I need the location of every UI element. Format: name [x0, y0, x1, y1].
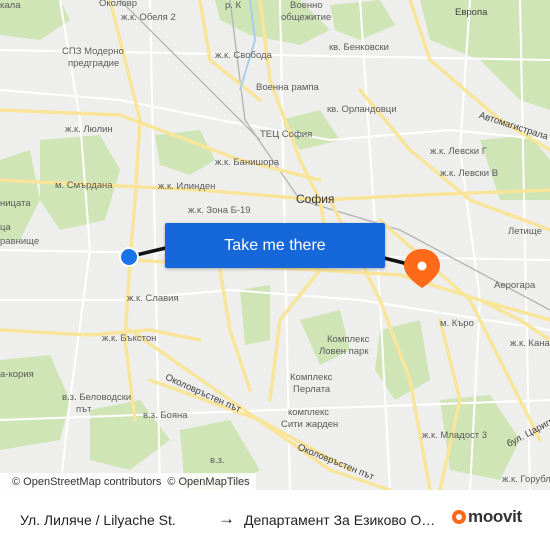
map-label: Ловен парк [319, 346, 369, 357]
omt-attribution-link[interactable]: © OpenMapTiles [167, 476, 249, 488]
map-label: Сити жарден [281, 419, 339, 430]
destination-pin-icon[interactable] [404, 249, 440, 288]
map-label: ж.к. Славия [127, 293, 179, 304]
map-label: ж.к. Люлин [65, 124, 113, 135]
map-label: в.з. Беловодски [62, 392, 132, 403]
moovit-wordmark: moovit [468, 507, 522, 526]
map-label: ж.к. Бъкстон [102, 333, 157, 344]
map-label: кв. Бенковски [329, 42, 389, 53]
map-label: ца [0, 222, 11, 233]
map-label: ж.к. Свобода [215, 50, 272, 61]
map-label: Летище [508, 226, 542, 237]
osm-attribution-link[interactable]: © OpenStreetMap contributors [12, 476, 161, 488]
map-label: м. Къро [440, 318, 474, 329]
map-label: Европа [455, 7, 488, 18]
map-label: ж.к. Банишора [215, 157, 279, 168]
map-label: м. Смърдана [55, 180, 113, 191]
map-label: в.з. Бояна [143, 410, 188, 421]
moovit-logo[interactable]: moovit [452, 507, 522, 527]
origin-marker[interactable] [119, 247, 139, 267]
map-label: кала [0, 0, 21, 11]
moovit-logo-icon [452, 510, 466, 524]
map-label: равнище [0, 236, 40, 247]
map-label: р. К [225, 0, 242, 11]
map-label: ж.к. Горубл [502, 474, 550, 485]
map-label: Комплекс [290, 372, 333, 383]
map-label: Перлата [293, 384, 331, 395]
map-label: ж.к. Левски Г [430, 146, 487, 157]
map-label: ТЕЦ София [260, 129, 313, 140]
map-label: Аерогара [494, 280, 536, 291]
map-label: предградие [68, 58, 120, 69]
map-label: ж.к. Левски В [440, 168, 499, 179]
map-widget: кала ж.к. Обеля 2 Околовр р. К Военно об… [0, 0, 550, 550]
map-attribution: © OpenStreetMap contributors © OpenMapTi… [0, 473, 256, 490]
map-label: ницата [0, 198, 31, 209]
map-label: път [76, 404, 92, 415]
map-label: общежитие [281, 12, 332, 23]
map-label: в.з. [210, 455, 225, 466]
map-label: Военна рампа [256, 82, 319, 93]
destination-name: Департамент За Езиково Обучение [244, 512, 442, 528]
map-label: ж.к. Обеля 2 [121, 12, 176, 23]
map-label: Комплекс [327, 334, 370, 345]
route-footer: Ул. Лиляче / Lilyache St. → Департамент … [0, 490, 550, 550]
map-label: ж.к. Кана [510, 338, 550, 349]
map-label: Околовр [99, 0, 137, 9]
take-me-there-button[interactable]: Take me there [165, 223, 385, 268]
map-label: ж.к. Илинден [158, 181, 216, 192]
map-label: Военно [290, 0, 323, 11]
map-label: комплекс [288, 407, 330, 418]
map-label: ж.к. Младост 3 [422, 430, 488, 441]
map-label: СПЗ Модерно [62, 46, 124, 57]
origin-stop-name: Ул. Лиляче / Lilyache St. [20, 512, 176, 528]
arrow-right-icon: → [218, 509, 235, 528]
map-label: ж.к. Зона Б-19 [188, 205, 251, 216]
map-canvas[interactable]: кала ж.к. Обеля 2 Околовр р. К Военно об… [0, 0, 550, 490]
map-label: кв. Орландовци [327, 104, 397, 115]
map-label-city: София [296, 192, 335, 206]
map-label: а-кория [0, 369, 34, 380]
